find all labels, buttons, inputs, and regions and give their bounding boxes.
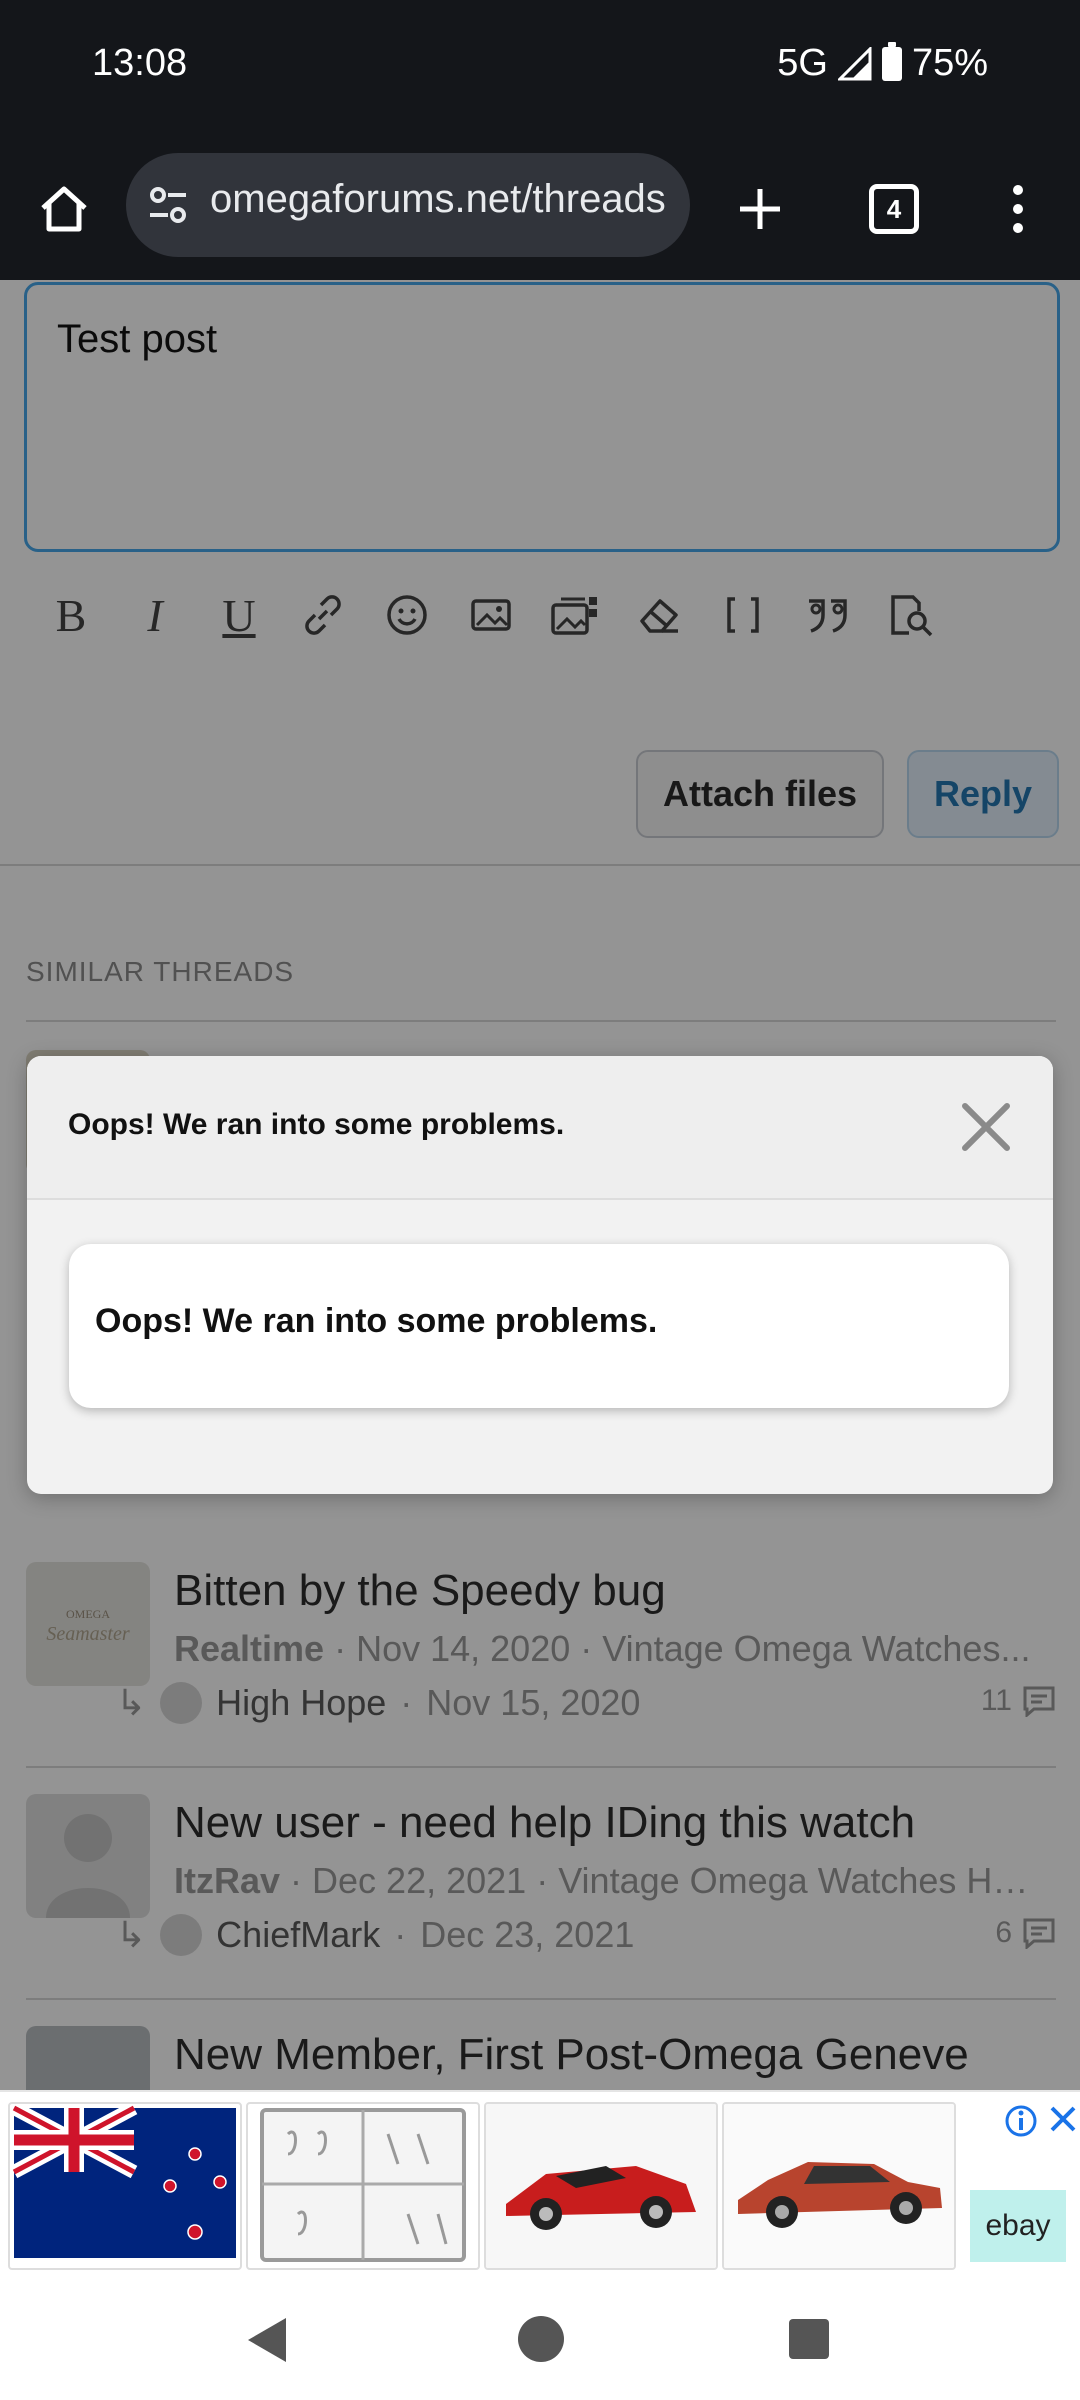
recents-icon[interactable] [788, 2318, 830, 2360]
error-message-card: Oops! We ran into some problems. [69, 1244, 1009, 1408]
network-type: 5G [777, 42, 828, 84]
ad-tile-car-red[interactable] [484, 2102, 718, 2270]
url-text[interactable]: omegaforums.net/threads [210, 177, 680, 222]
new-tab-icon[interactable] [728, 177, 792, 241]
classic-car-image [724, 2104, 954, 2268]
dialog-title: Oops! We ran into some problems. [68, 1108, 565, 1141]
error-dialog: Oops! We ran into some problems. Oops! W… [27, 1056, 1053, 1494]
clock: 13:08 [92, 42, 188, 84]
browser-toolbar: omegaforums.net/threads 4 [0, 135, 1080, 280]
ad-tile-car-classic[interactable] [722, 2102, 956, 2270]
ad-tile-flag[interactable] [8, 2102, 242, 2270]
address-bar[interactable]: omegaforums.net/threads [126, 153, 690, 257]
model-kit-image [260, 2108, 466, 2262]
info-icon[interactable] [1004, 2104, 1038, 2138]
ad-choices[interactable] [1004, 2104, 1078, 2138]
tab-switcher-button[interactable]: 4 [862, 177, 926, 241]
status-bar: 13:08 5G 75% [0, 0, 1080, 135]
site-settings-icon[interactable] [146, 183, 190, 227]
status-icons: 5G 75% [777, 41, 988, 85]
more-options-icon[interactable] [988, 177, 1048, 241]
close-icon[interactable] [959, 1100, 1013, 1154]
ad-tile-kit[interactable] [246, 2102, 480, 2270]
signal-icon [837, 46, 872, 80]
flag-image [10, 2104, 236, 2258]
ebay-logo[interactable]: ebay [970, 2190, 1066, 2262]
red-sports-car-image [486, 2104, 716, 2268]
home-icon[interactable] [32, 177, 96, 241]
battery-icon [881, 41, 902, 81]
dialog-header: Oops! We ran into some problems. [27, 1056, 1053, 1200]
tab-count: 4 [869, 184, 919, 234]
battery-percent: 75% [911, 42, 988, 84]
ad-banner[interactable]: ebay [0, 2090, 1080, 2282]
navigation-bar [0, 2280, 1080, 2400]
error-message: Oops! We ran into some problems. [95, 1302, 658, 1340]
home-nav-icon[interactable] [516, 2314, 566, 2364]
close-ad-icon[interactable] [1048, 2104, 1078, 2134]
back-icon[interactable] [244, 2314, 290, 2366]
